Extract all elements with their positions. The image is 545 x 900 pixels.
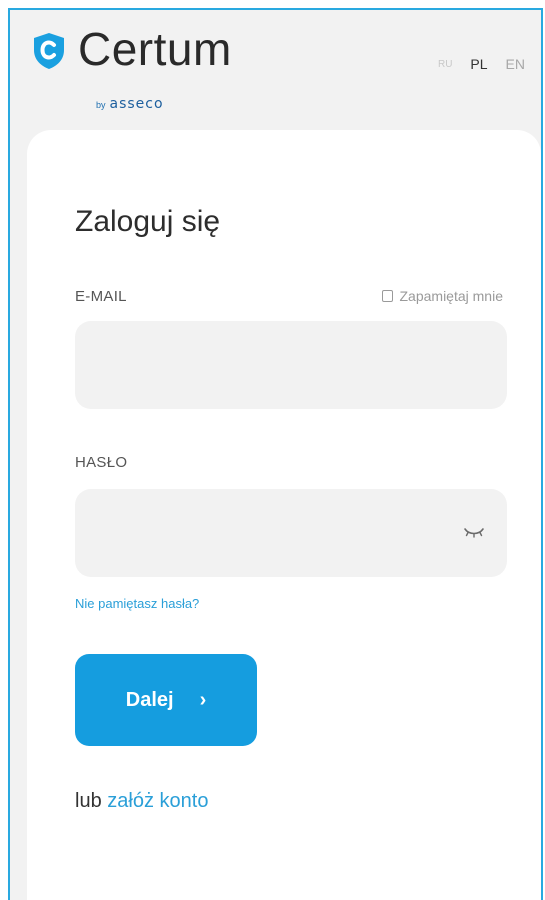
shield-logo-icon: [34, 33, 64, 69]
login-card: Zaloguj się E-MAIL Zapamiętaj mnie HASŁO…: [27, 130, 541, 900]
logo-by-text: by: [96, 100, 106, 110]
checkbox-icon[interactable]: [381, 290, 393, 302]
language-switcher: RU PL EN: [438, 56, 525, 72]
email-input[interactable]: [75, 321, 507, 409]
certum-logo[interactable]: Certum by asseco: [26, 23, 266, 116]
lang-en[interactable]: EN: [506, 56, 525, 72]
eye-closed-icon[interactable]: [463, 525, 485, 539]
password-input[interactable]: [75, 489, 507, 577]
browser-frame: Certum by asseco RU PL EN Zaloguj się E-M…: [8, 8, 543, 900]
chevron-right-icon: ›: [199, 688, 207, 711]
create-account-link[interactable]: załóż konto: [107, 790, 208, 812]
password-label: HASŁO: [75, 454, 128, 471]
forgot-password-link[interactable]: Nie pamiętasz hasła?: [75, 596, 199, 611]
page-title: Zaloguj się: [75, 205, 221, 238]
next-button-label: Dalej: [125, 688, 174, 711]
remember-me-label: Zapamiętaj mnie: [399, 288, 504, 304]
next-button[interactable]: Dalej ›: [75, 654, 257, 746]
lang-pl[interactable]: PL: [470, 56, 487, 72]
email-label: E-MAIL: [75, 288, 127, 305]
logo-text: Certum: [78, 23, 232, 75]
lang-ru[interactable]: RU: [438, 59, 452, 70]
logo-company-text: asseco: [109, 96, 164, 112]
signup-prefix: lub: [75, 790, 102, 812]
signup-line: lub załóż konto: [75, 790, 208, 813]
logo-subtitle: by asseco: [96, 96, 164, 112]
remember-me-checkbox[interactable]: Zapamiętaj mnie: [381, 288, 504, 304]
